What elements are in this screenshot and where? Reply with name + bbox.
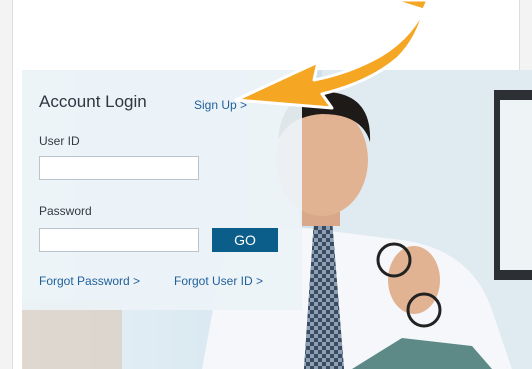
password-label: Password xyxy=(39,204,92,218)
password-input[interactable] xyxy=(39,228,199,252)
account-login-panel: Account Login Sign Up > User ID Password… xyxy=(22,70,302,310)
forgot-user-id-link[interactable]: Forgot User ID > xyxy=(174,274,263,288)
sign-up-link[interactable]: Sign Up > xyxy=(194,98,247,112)
user-id-input[interactable] xyxy=(39,156,199,180)
forgot-password-link[interactable]: Forgot Password > xyxy=(39,274,140,288)
go-button[interactable]: GO xyxy=(212,228,278,252)
account-login-title: Account Login xyxy=(39,92,147,111)
user-id-label: User ID xyxy=(39,134,80,148)
